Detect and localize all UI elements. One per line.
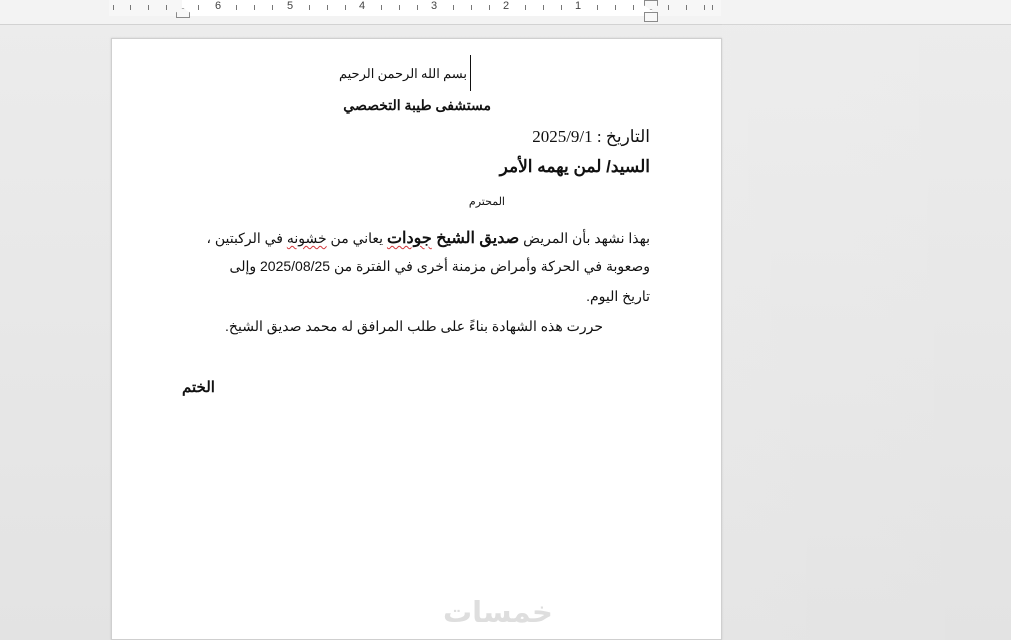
ruler-label-2: 2 (502, 0, 510, 12)
horizontal-ruler[interactable]: 6 5 4 3 2 1 (0, 0, 1011, 25)
ruler-tick (525, 5, 526, 10)
right-indent-marker[interactable] (644, 12, 658, 22)
bismillah-text: بسم الله الرحمن الرحيم (338, 66, 467, 81)
hospital-name: مستشفى طيبة التخصصي (343, 97, 491, 113)
ruler-tick (345, 5, 346, 10)
ruler-tick (309, 5, 310, 10)
ruler-tick (148, 5, 149, 10)
ruler-label-3: 3 (430, 0, 438, 12)
certificate-line-2: وصعوبة في الحركة وأمراض مزمنة أخرى في ال… (229, 258, 650, 274)
document-page[interactable]: بسم الله الرحمن الرحيم مستشفى طيبة التخص… (111, 38, 722, 640)
ruler-tick (704, 5, 705, 10)
ruler-tick (166, 5, 167, 10)
ruler-tick (113, 5, 114, 10)
text-cursor (470, 55, 471, 91)
honorific-text: المحترم (468, 196, 505, 208)
ruler-tick (712, 5, 713, 10)
ruler-label-4: 4 (358, 0, 366, 12)
patient-name-part-1: صديق الشيخ (431, 230, 520, 247)
ruler-tick (381, 5, 382, 10)
ruler-label-6: 6 (214, 0, 222, 12)
certificate-line-1-prefix: بهذا نشهد بأن المريض (519, 230, 650, 246)
ruler-tick (130, 5, 131, 10)
ruler-tick (597, 5, 598, 10)
ruler-tick (615, 5, 616, 10)
patient-name-part-2: جودات (386, 230, 432, 247)
ruler-tick (489, 5, 490, 10)
addressee-line: السيد/ لمن يهمه الأمر (499, 157, 650, 176)
ruler-tick (198, 5, 199, 10)
ruler-tick (236, 5, 237, 10)
ruler-tick (633, 5, 634, 10)
ruler-tick (327, 5, 328, 10)
ruler-label-5: 5 (286, 0, 294, 12)
workspace-background (722, 24, 1011, 640)
ruler-tick (417, 5, 418, 10)
ruler-tick (272, 5, 273, 10)
word-document-window: 6 5 4 3 2 1 بسم الله الرحمن الرحيم مستشف… (0, 0, 1011, 640)
ruler-tick (399, 5, 400, 10)
ruler-tick (254, 5, 255, 10)
stamp-label: الختم (182, 379, 215, 396)
watermark-logo: خمسات (443, 595, 553, 629)
certificate-line-1-suffix: في الركبتين ، (206, 230, 287, 246)
certificate-line-1-mid: يعاني من (326, 230, 387, 246)
certificate-line-4: حررت هذه الشهادة بناءً على طلب المرافق ل… (225, 318, 603, 334)
document-date: التاريخ : 2025/9/1 (532, 127, 650, 146)
ruler-tick (668, 5, 669, 10)
certificate-line-3: تاريخ اليوم. (586, 288, 650, 304)
ruler-tick (561, 5, 562, 10)
certificate-line-1: بهذا نشهد بأن المريض صديق الشيخ جودات يع… (206, 228, 650, 248)
ruler-tick (686, 5, 687, 10)
ruler-tick (471, 5, 472, 10)
ruler-tick (453, 5, 454, 10)
misspelled-word: خشونه (286, 230, 327, 246)
ruler-tick (543, 5, 544, 10)
ruler-label-1: 1 (574, 0, 582, 12)
